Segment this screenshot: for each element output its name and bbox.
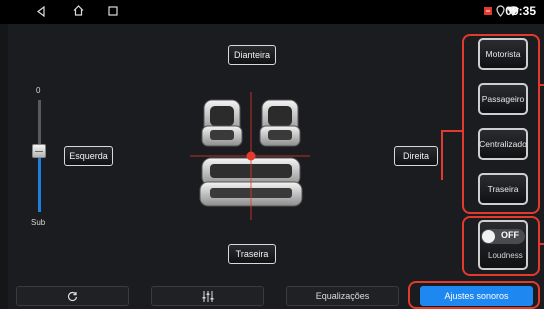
location-icon (496, 5, 505, 17)
equalizer-button[interactable] (151, 286, 264, 306)
equalizer-sliders-icon (202, 290, 213, 302)
highlight-connector (441, 130, 443, 180)
sub-slider-fill (38, 150, 41, 212)
sub-slider-handle[interactable] (32, 144, 46, 158)
highlight-connector (539, 243, 544, 245)
rear-balance-button[interactable]: Traseira (228, 244, 276, 264)
loudness-toggle[interactable]: OFF (481, 229, 525, 244)
sub-label: Sub (31, 218, 46, 227)
left-balance-button[interactable]: Esquerda (64, 146, 113, 166)
balance-point[interactable] (246, 151, 256, 161)
highlight-connector (539, 84, 544, 86)
status-bar: 09:35 (0, 0, 544, 24)
reset-icon (67, 291, 78, 301)
right-balance-button[interactable]: Direita (394, 146, 438, 166)
seat-preset-driver[interactable]: Motorista (478, 38, 528, 70)
highlight-connector (441, 130, 463, 132)
seat-preset-passenger[interactable]: Passageiro (478, 83, 528, 115)
sound-settings-icon (484, 7, 492, 15)
reset-button[interactable] (16, 286, 129, 306)
equalizations-button[interactable]: Equalizações (286, 286, 399, 306)
loudness-button[interactable] (478, 220, 528, 270)
car-seats-diagram[interactable] (190, 92, 310, 220)
home-icon[interactable] (73, 5, 84, 16)
seat-preset-rear[interactable]: Traseira (478, 173, 528, 205)
passenger-seat (259, 99, 301, 147)
toggle-knob (482, 230, 495, 243)
clock: 09:35 (505, 4, 536, 18)
loudness-label: Loudness (488, 251, 523, 260)
sound-settings-tab[interactable]: Ajustes sonoros (420, 286, 533, 306)
sub-slider-track[interactable] (38, 100, 41, 150)
back-icon[interactable] (36, 6, 46, 17)
driver-seat (201, 99, 243, 147)
front-balance-button[interactable]: Dianteira (228, 45, 276, 65)
loudness-state: OFF (501, 230, 519, 240)
sub-value: 0 (36, 86, 41, 95)
seat-preset-center[interactable]: Centralizado (478, 128, 528, 160)
recents-icon[interactable] (108, 6, 118, 16)
